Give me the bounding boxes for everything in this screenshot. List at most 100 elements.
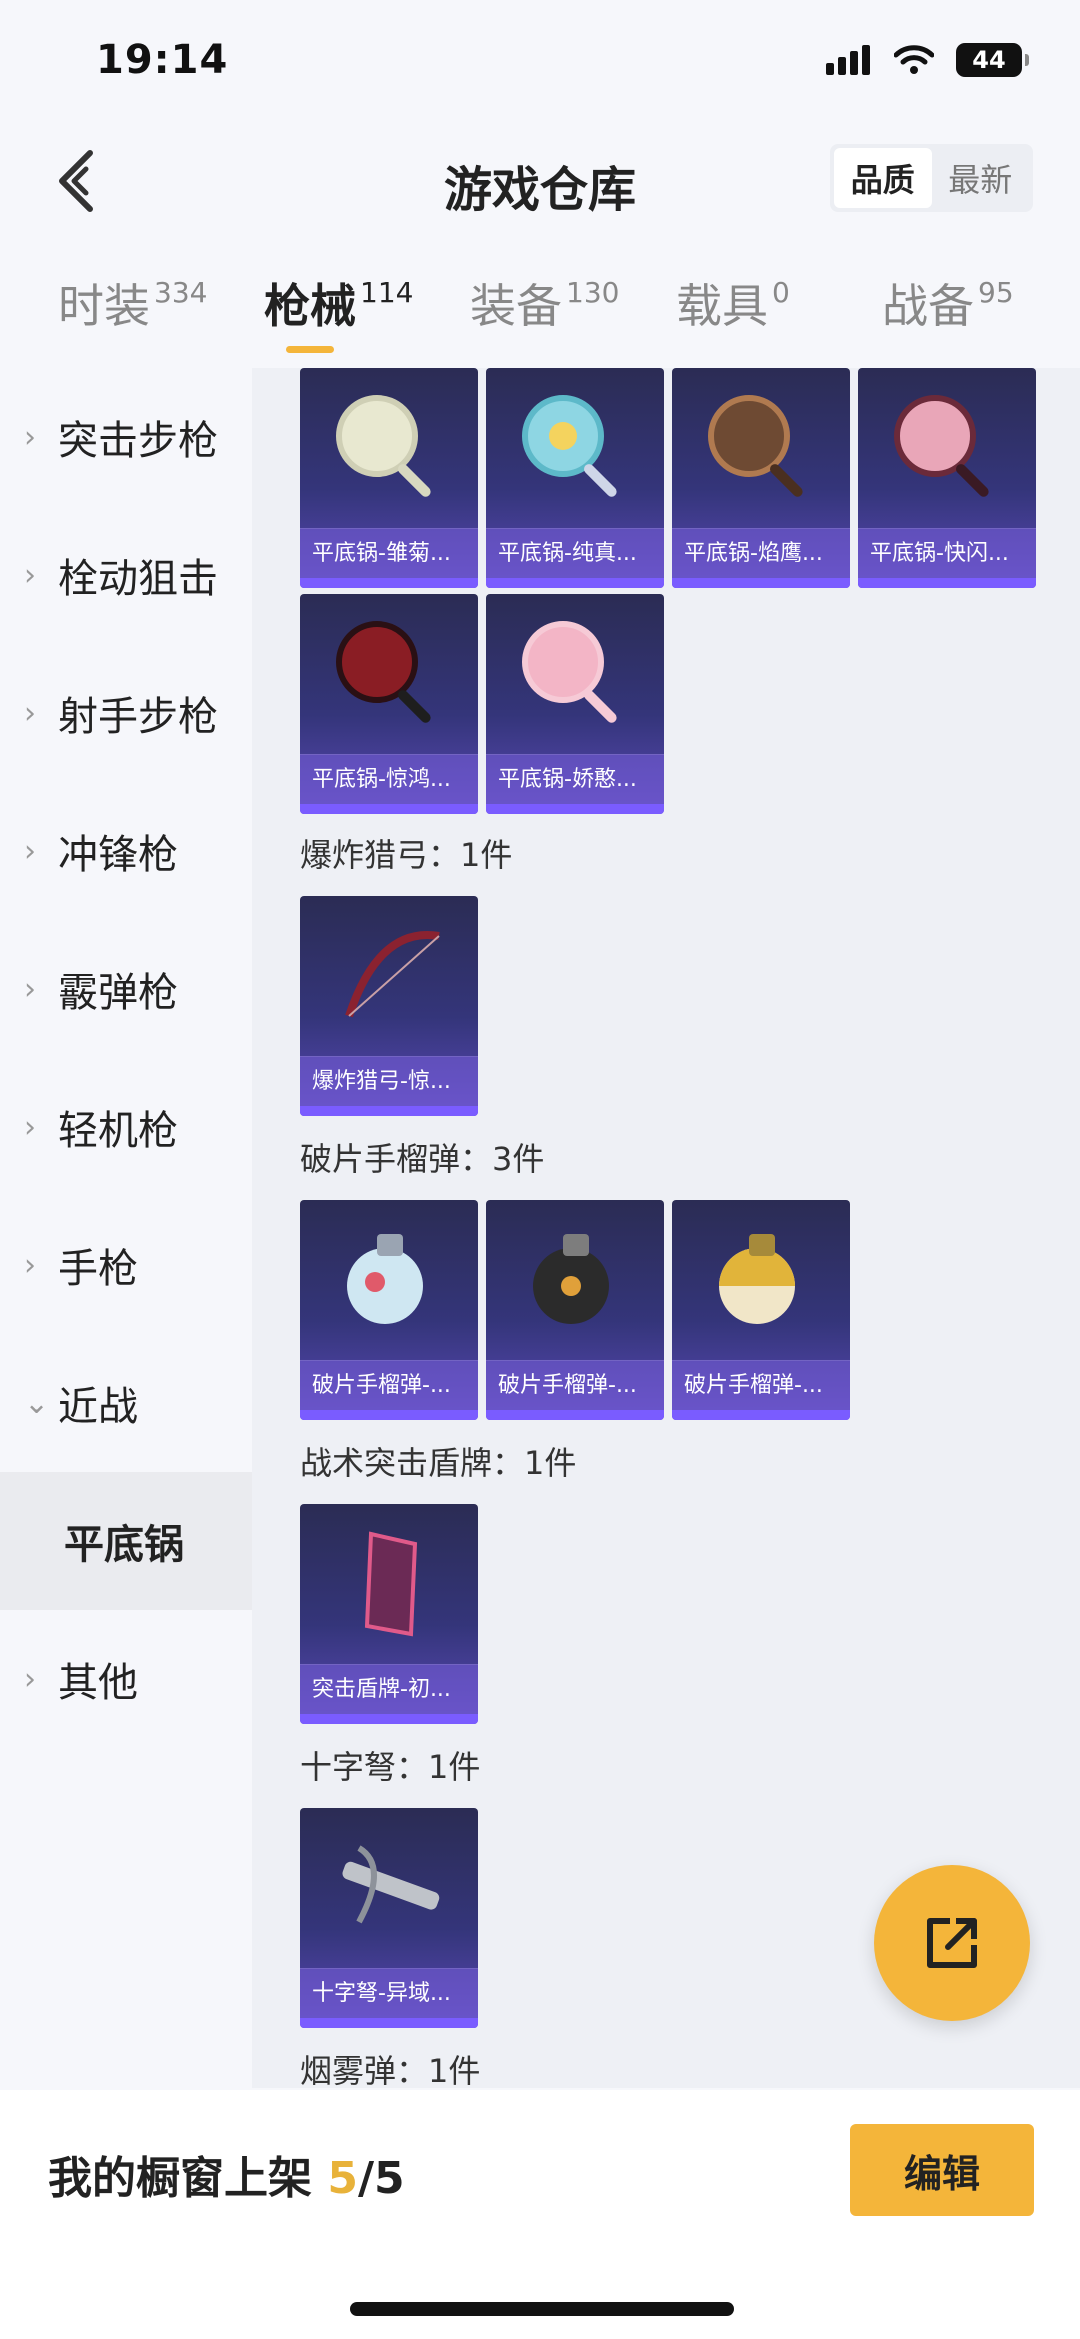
sidebar-item-label: 冲锋枪 <box>58 832 178 878</box>
item-card[interactable]: 平底锅-雏菊... <box>300 368 478 588</box>
chevron-right-icon: › <box>24 971 36 1007</box>
chevron-right-icon: › <box>24 557 36 593</box>
item-card[interactable]: 突击盾牌-初... <box>300 1504 478 1724</box>
tab-vehicles[interactable]: 载具 0 <box>676 270 790 336</box>
item-label: 平底锅-娇憨... <box>486 754 664 804</box>
bow-icon <box>300 896 478 1056</box>
item-card[interactable]: 破片手榴弹-... <box>672 1200 850 1420</box>
sort-newest-button[interactable]: 最新 <box>932 148 1030 208</box>
frying-pan-icon <box>486 594 664 754</box>
item-card[interactable]: 十字弩-异域... <box>300 1808 478 2028</box>
item-card[interactable]: 平底锅-快闪... <box>858 368 1036 588</box>
card-rarity-strip <box>486 1410 664 1420</box>
item-card[interactable]: 破片手榴弹-... <box>486 1200 664 1420</box>
sidebar-item-label: 射手步枪 <box>58 694 218 740</box>
card-rarity-strip <box>300 804 478 814</box>
sidebar-item-label: 手枪 <box>58 1246 138 1292</box>
frying-pan-icon <box>300 594 478 754</box>
item-card[interactable]: 破片手榴弹-... <box>300 1200 478 1420</box>
tab-count: 114 <box>360 276 414 309</box>
sidebar-item-label: 突击步枪 <box>58 418 218 464</box>
sort-quality-button[interactable]: 品质 <box>834 148 932 208</box>
tab-count: 130 <box>566 276 620 309</box>
item-label: 十字弩-异域... <box>300 1968 478 2018</box>
frying-pan-icon <box>672 368 850 528</box>
item-label: 平底锅-焰鹰... <box>672 528 850 578</box>
wifi-icon <box>894 45 934 74</box>
battery-icon: 44 <box>956 43 1029 77</box>
card-rarity-strip <box>858 578 1036 588</box>
frying-pan-icon <box>858 368 1036 528</box>
chevron-right-icon: › <box>24 1247 36 1283</box>
shield-icon <box>300 1504 478 1664</box>
item-label: 破片手榴弹-... <box>672 1360 850 1410</box>
item-card[interactable]: 平底锅-纯真... <box>486 368 664 588</box>
share-button[interactable] <box>874 1865 1030 2021</box>
signal-icon <box>826 45 870 75</box>
group-title: 爆炸猎弓：1件 <box>300 836 513 874</box>
group-title: 破片手榴弹：3件 <box>300 1140 545 1178</box>
tab-label: 枪械 <box>264 279 356 333</box>
status-bar: 19:14 44 <box>0 0 1080 120</box>
item-card[interactable]: 平底锅-焰鹰... <box>672 368 850 588</box>
category-tabs: 时装 334 枪械 114 装备 130 载具 0 战备 95 <box>0 258 1080 368</box>
tab-count: 95 <box>978 276 1014 309</box>
item-label: 破片手榴弹-... <box>300 1360 478 1410</box>
item-label: 平底锅-快闪... <box>858 528 1036 578</box>
sidebar-item-pistol[interactable]: › 手枪 <box>0 1196 252 1334</box>
item-card[interactable]: 爆炸猎弓-惊... <box>300 896 478 1116</box>
card-rarity-strip <box>300 578 478 588</box>
showcase-label: 我的橱窗上架 <box>48 2153 328 2204</box>
chevron-right-icon: › <box>24 695 36 731</box>
card-rarity-strip <box>486 578 664 588</box>
sidebar-item-melee[interactable]: ⌄ 近战 <box>0 1334 252 1472</box>
item-label: 破片手榴弹-... <box>486 1360 664 1410</box>
sidebar-item-assault-rifle[interactable]: › 突击步枪 <box>0 368 252 506</box>
group-title: 烟雾弹：1件 <box>300 2052 481 2088</box>
item-label: 突击盾牌-初... <box>300 1664 478 1714</box>
sort-toggle: 品质 最新 <box>830 144 1033 212</box>
group-title: 战术突击盾牌：1件 <box>300 1444 577 1482</box>
sidebar-item-other[interactable]: › 其他 <box>0 1610 252 1748</box>
card-rarity-strip <box>300 1410 478 1420</box>
showcase-current: 5 <box>327 2153 358 2204</box>
sidebar-item-smg[interactable]: › 冲锋枪 <box>0 782 252 920</box>
tab-fashion[interactable]: 时装 334 <box>58 270 207 336</box>
tab-label: 战备 <box>882 279 974 333</box>
frying-pan-icon <box>300 368 478 528</box>
chevron-right-icon: › <box>24 1661 36 1697</box>
sidebar-item-label: 霰弹枪 <box>58 970 178 1016</box>
item-card[interactable]: 平底锅-惊鸿... <box>300 594 478 814</box>
battery-level: 44 <box>972 46 1006 74</box>
card-rarity-strip <box>486 804 664 814</box>
sidebar-item-label: 近战 <box>58 1384 138 1430</box>
card-rarity-strip <box>300 2018 478 2028</box>
sidebar-item-frying-pan[interactable]: 平底锅 <box>0 1472 252 1610</box>
edit-button[interactable]: 编辑 <box>850 2124 1034 2216</box>
item-content: 平底锅-雏菊... 平底锅-纯真... 平底锅-焰鹰... 平底锅-快闪... … <box>252 368 1080 2088</box>
sidebar-item-bolt-sniper[interactable]: › 栓动狙击 <box>0 506 252 644</box>
home-indicator[interactable] <box>350 2302 734 2316</box>
header: 游戏仓库 品质 最新 <box>0 120 1080 240</box>
sidebar-item-shotgun[interactable]: › 霰弹枪 <box>0 920 252 1058</box>
sidebar-item-marksman-rifle[interactable]: › 射手步枪 <box>0 644 252 782</box>
sidebar-item-label: 轻机枪 <box>58 1108 178 1154</box>
tab-label: 载具 <box>676 279 768 333</box>
sidebar-item-lmg[interactable]: › 轻机枪 <box>0 1058 252 1196</box>
card-rarity-strip <box>300 1106 478 1116</box>
tab-firearms[interactable]: 枪械 114 <box>264 270 413 336</box>
sidebar: › 突击步枪 › 栓动狙击 › 射手步枪 › 冲锋枪 › 霰弹枪 › 轻机枪 ›… <box>0 368 252 2088</box>
chevron-right-icon: › <box>24 833 36 869</box>
tab-equipment[interactable]: 装备 130 <box>470 270 619 336</box>
active-tab-indicator <box>286 346 334 353</box>
grenade-icon <box>300 1200 478 1360</box>
item-label: 爆炸猎弓-惊... <box>300 1056 478 1106</box>
item-label: 平底锅-惊鸿... <box>300 754 478 804</box>
item-card[interactable]: 平底锅-娇憨... <box>486 594 664 814</box>
item-label: 平底锅-纯真... <box>486 528 664 578</box>
grenade-icon <box>672 1200 850 1360</box>
showcase-total: /5 <box>357 2153 405 2204</box>
tab-supplies[interactable]: 战备 95 <box>882 270 1014 336</box>
tab-count: 0 <box>772 276 790 309</box>
chevron-down-icon: ⌄ <box>24 1385 50 1421</box>
